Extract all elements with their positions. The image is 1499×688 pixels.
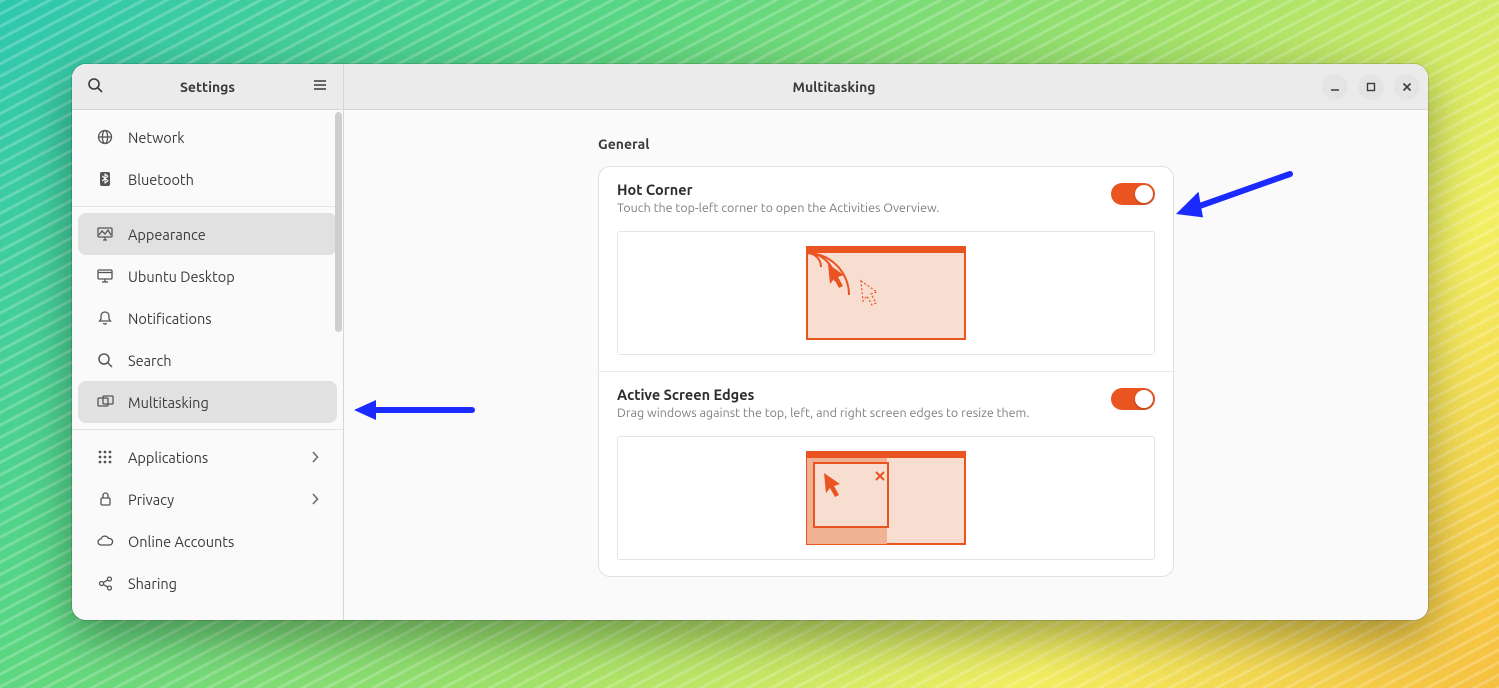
hamburger-menu-button[interactable] bbox=[303, 70, 337, 104]
window-controls bbox=[1322, 74, 1420, 100]
row-active-edges: Active Screen Edges Drag windows against… bbox=[599, 372, 1173, 576]
desktop-icon bbox=[96, 267, 114, 285]
app-title: Settings bbox=[116, 79, 299, 95]
sidebar-item-label: Bluetooth bbox=[128, 171, 319, 188]
sidebar-item-label: Sharing bbox=[128, 575, 319, 592]
sidebar: Settings Network bbox=[72, 64, 344, 620]
sidebar-item-search[interactable]: Search bbox=[78, 339, 337, 381]
sidebar-item-bluetooth[interactable]: Bluetooth bbox=[78, 158, 337, 200]
maximize-icon bbox=[1366, 78, 1376, 96]
cloud-icon bbox=[96, 532, 114, 550]
sidebar-separator bbox=[72, 429, 343, 430]
active-edges-toggle[interactable] bbox=[1111, 388, 1155, 410]
minimize-button[interactable] bbox=[1322, 74, 1348, 100]
sidebar-item-appearance[interactable]: Appearance bbox=[78, 213, 337, 255]
sidebar-item-label: Applications bbox=[128, 449, 297, 466]
row-title: Active Screen Edges bbox=[617, 386, 1097, 403]
chevron-right-icon bbox=[311, 449, 319, 466]
bell-icon bbox=[96, 309, 114, 327]
close-button[interactable] bbox=[1394, 74, 1420, 100]
sidebar-item-applications[interactable]: Applications bbox=[78, 436, 337, 478]
close-icon bbox=[1402, 78, 1412, 96]
bluetooth-icon bbox=[96, 170, 114, 188]
sidebar-item-network[interactable]: Network bbox=[78, 116, 337, 158]
content-body: General Hot Corner Touch the top-left co… bbox=[344, 110, 1428, 620]
hamburger-icon bbox=[312, 77, 328, 97]
active-edges-illustration bbox=[617, 436, 1155, 560]
sidebar-item-privacy[interactable]: Privacy bbox=[78, 478, 337, 520]
search-button[interactable] bbox=[78, 70, 112, 104]
sidebar-item-online-accounts[interactable]: Online Accounts bbox=[78, 520, 337, 562]
sidebar-item-label: Online Accounts bbox=[128, 533, 319, 550]
content-header: Multitasking bbox=[344, 64, 1428, 110]
row-subtitle: Drag windows against the top, left, and … bbox=[617, 405, 1097, 422]
sidebar-item-notifications[interactable]: Notifications bbox=[78, 297, 337, 339]
search-icon bbox=[96, 351, 114, 369]
share-icon bbox=[96, 574, 114, 592]
sidebar-item-label: Appearance bbox=[128, 226, 319, 243]
sidebar-scrollbar[interactable] bbox=[335, 112, 342, 332]
row-title: Hot Corner bbox=[617, 181, 1097, 198]
sidebar-item-label: Privacy bbox=[128, 491, 297, 508]
sidebar-item-sharing[interactable]: Sharing bbox=[78, 562, 337, 604]
desktop-wallpaper: Settings Network bbox=[0, 0, 1499, 688]
chevron-right-icon bbox=[311, 491, 319, 508]
lock-icon bbox=[96, 490, 114, 508]
sidebar-item-multitasking[interactable]: Multitasking bbox=[78, 381, 337, 423]
sidebar-item-label: Multitasking bbox=[128, 394, 319, 411]
grid-icon bbox=[96, 448, 114, 466]
sidebar-header: Settings bbox=[72, 64, 343, 110]
sidebar-item-label: Search bbox=[128, 352, 319, 369]
globe-icon bbox=[96, 128, 114, 146]
sidebar-separator bbox=[72, 206, 343, 207]
hot-corner-illustration bbox=[617, 231, 1155, 355]
sidebar-item-label: Notifications bbox=[128, 310, 319, 327]
sidebar-item-label: Network bbox=[128, 129, 319, 146]
general-card: Hot Corner Touch the top-left corner to … bbox=[598, 166, 1174, 577]
settings-window: Settings Network bbox=[72, 64, 1428, 620]
search-icon bbox=[87, 77, 103, 97]
maximize-button[interactable] bbox=[1358, 74, 1384, 100]
sidebar-item-ubuntu-desktop[interactable]: Ubuntu Desktop bbox=[78, 255, 337, 297]
section-title: General bbox=[598, 136, 1174, 152]
multitask-icon bbox=[96, 393, 114, 411]
page-title: Multitasking bbox=[352, 79, 1316, 95]
row-subtitle: Touch the top-left corner to open the Ac… bbox=[617, 200, 1097, 217]
row-hot-corner: Hot Corner Touch the top-left corner to … bbox=[599, 167, 1173, 372]
sidebar-item-label: Ubuntu Desktop bbox=[128, 268, 319, 285]
sidebar-list: Network Bluetooth Appearance bbox=[72, 110, 343, 620]
content: Multitasking bbox=[344, 64, 1428, 620]
settings-panel: General Hot Corner Touch the top-left co… bbox=[598, 136, 1174, 594]
appearance-icon bbox=[96, 225, 114, 243]
minimize-icon bbox=[1330, 78, 1340, 96]
hot-corner-toggle[interactable] bbox=[1111, 183, 1155, 205]
